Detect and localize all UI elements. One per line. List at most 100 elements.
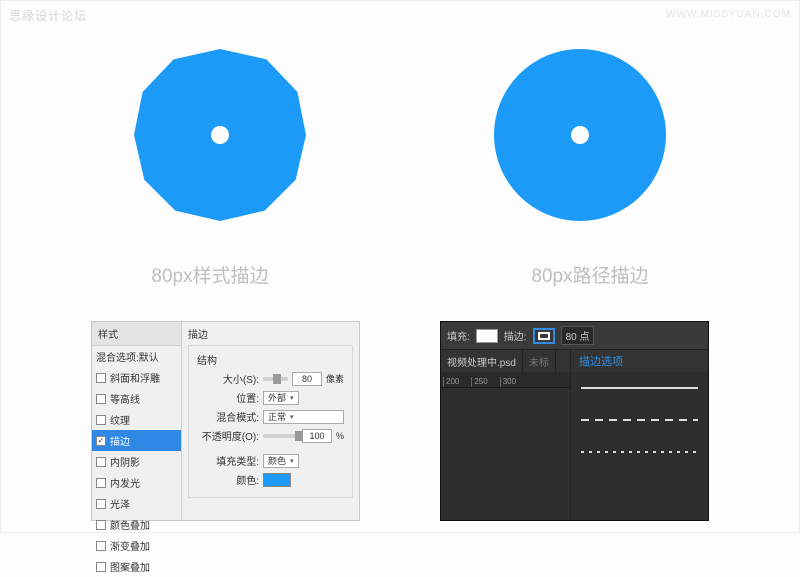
blend-label: 混合模式:	[197, 409, 259, 424]
document-tab-active[interactable]: 视频处理中.psd	[441, 350, 523, 372]
checkbox[interactable]	[96, 478, 106, 488]
style-item-inner-shadow[interactable]: 内阴影	[92, 451, 181, 472]
stroke-type-button[interactable]	[533, 328, 555, 344]
checkbox[interactable]	[96, 415, 106, 425]
style-item-label: 斜面和浮雕	[110, 370, 160, 385]
position-row: 位置: 外部▾	[197, 390, 344, 405]
style-item-label: 纹理	[110, 412, 130, 427]
style-item-stroke[interactable]: 描边	[92, 430, 181, 451]
style-item-label: 内阴影	[110, 454, 140, 469]
opacity-input[interactable]: 100	[302, 429, 332, 443]
checkbox[interactable]	[96, 394, 106, 404]
settings-title: 描边	[188, 326, 353, 341]
dashed-line-icon	[581, 419, 698, 421]
stroke-label: 描边:	[504, 328, 527, 343]
style-item-contour[interactable]: 等高线	[92, 388, 181, 409]
style-item-label: 图案叠加	[110, 559, 150, 574]
checkbox[interactable]	[96, 520, 106, 530]
checkbox[interactable]	[96, 457, 106, 467]
blend-options-row[interactable]: 混合选项:默认	[92, 346, 181, 367]
slider-thumb[interactable]	[295, 431, 303, 441]
panel-body: 视频处理中.psd 未标 200 250 300 描边选项	[441, 350, 708, 520]
style-item-inner-glow[interactable]: 内发光	[92, 472, 181, 493]
path-stroke-panel: 填充: 描边: 80 点 视频处理中.psd 未标 200 250 300 描边	[440, 321, 709, 521]
style-settings-column: 描边 结构 大小(S): 80 像素 位置: 外部▾ 混合模式: 正常▾	[182, 322, 359, 520]
polygon-donut-shape	[134, 49, 306, 221]
captions-row: 80px样式描边 80px路径描边	[1, 261, 799, 288]
stroke-style-dotted[interactable]	[571, 436, 708, 468]
slider-thumb[interactable]	[273, 374, 281, 384]
color-label: 颜色:	[197, 472, 259, 487]
color-swatch[interactable]	[263, 473, 291, 487]
watermark-right: WWW.MISSYUAN.COM	[666, 9, 791, 20]
blend-row: 混合模式: 正常▾	[197, 409, 344, 424]
fill-label: 填充:	[447, 328, 470, 343]
style-item-texture[interactable]: 纹理	[92, 409, 181, 430]
stroke-size-input[interactable]: 80 点	[561, 326, 595, 345]
stroke-style-dashed[interactable]	[571, 404, 708, 436]
structure-group: 结构 大小(S): 80 像素 位置: 外部▾ 混合模式: 正常▾ 不透明度(O…	[188, 345, 353, 498]
document-tab-inactive[interactable]: 未标	[523, 350, 556, 372]
checkbox-checked[interactable]	[96, 436, 106, 446]
ruler: 200 250 300	[441, 372, 570, 388]
size-slider[interactable]	[263, 377, 288, 381]
style-item-gradient-overlay[interactable]: 渐变叠加	[92, 535, 181, 556]
color-row: 颜色:	[197, 472, 344, 487]
caption-right: 80px路径描边	[490, 261, 690, 288]
opacity-row: 不透明度(O): 100 %	[197, 428, 344, 443]
style-list-column: 样式 混合选项:默认 斜面和浮雕 等高线 纹理 描边 内阴影 内发光 光泽 颜色…	[92, 322, 182, 520]
stroke-rect-icon	[538, 332, 550, 340]
chevron-down-icon: ▾	[290, 413, 294, 421]
ruler-tick: 200	[443, 377, 459, 387]
ruler-tick: 300	[500, 377, 516, 387]
opacity-slider[interactable]	[263, 434, 298, 438]
options-bar: 填充: 描边: 80 点	[441, 322, 708, 350]
dotted-line-icon	[581, 451, 698, 453]
checkbox[interactable]	[96, 499, 106, 509]
style-item-color-overlay[interactable]: 颜色叠加	[92, 514, 181, 535]
opacity-label: 不透明度(O):	[197, 428, 259, 443]
style-item-label: 描边	[110, 433, 130, 448]
circle-donut-shape	[494, 49, 666, 221]
style-item-label: 内发光	[110, 475, 140, 490]
style-item-label: 渐变叠加	[110, 538, 150, 553]
group-title: 结构	[197, 352, 344, 367]
document-tabs: 视频处理中.psd 未标	[441, 350, 570, 372]
stroke-style-solid[interactable]	[571, 372, 708, 404]
checkbox[interactable]	[96, 373, 106, 383]
caption-left: 80px样式描边	[110, 261, 310, 288]
opacity-unit: %	[336, 431, 344, 441]
checkbox[interactable]	[96, 541, 106, 551]
checkbox[interactable]	[96, 562, 106, 572]
style-item-label: 等高线	[110, 391, 140, 406]
blend-select[interactable]: 正常▾	[263, 410, 344, 424]
donut-hole	[571, 126, 589, 144]
layer-style-panel: 样式 混合选项:默认 斜面和浮雕 等高线 纹理 描边 内阴影 内发光 光泽 颜色…	[91, 321, 360, 521]
watermark-left: 思缘设计论坛	[9, 7, 87, 24]
filltype-value: 颜色	[268, 454, 286, 467]
style-item-label: 颜色叠加	[110, 517, 150, 532]
donut-hole	[211, 126, 229, 144]
style-item-satin[interactable]: 光泽	[92, 493, 181, 514]
ruler-tick: 250	[471, 377, 487, 387]
style-list-header: 样式	[92, 322, 181, 346]
stroke-options-title: 描边选项	[571, 350, 708, 372]
figure-right	[490, 49, 670, 249]
style-item-bevel[interactable]: 斜面和浮雕	[92, 367, 181, 388]
chevron-down-icon: ▾	[290, 394, 294, 402]
filltype-row: 填充类型: 颜色▾	[197, 453, 344, 468]
filltype-select[interactable]: 颜色 ▾	[263, 454, 299, 468]
figures-row	[1, 49, 799, 249]
position-select[interactable]: 外部▾	[263, 391, 299, 405]
style-item-label: 光泽	[110, 496, 130, 511]
stroke-options-popover: 描边选项	[571, 350, 708, 520]
panels-row: 样式 混合选项:默认 斜面和浮雕 等高线 纹理 描边 内阴影 内发光 光泽 颜色…	[1, 321, 799, 521]
fill-swatch[interactable]	[476, 329, 498, 343]
position-label: 位置:	[197, 390, 259, 405]
blend-options-label: 混合选项:默认	[96, 349, 159, 364]
chevron-down-icon: ▾	[290, 457, 294, 465]
style-item-pattern-overlay[interactable]: 图案叠加	[92, 556, 181, 577]
size-unit: 像素	[326, 372, 344, 385]
document-area: 视频处理中.psd 未标 200 250 300	[441, 350, 571, 520]
size-input[interactable]: 80	[292, 372, 322, 386]
